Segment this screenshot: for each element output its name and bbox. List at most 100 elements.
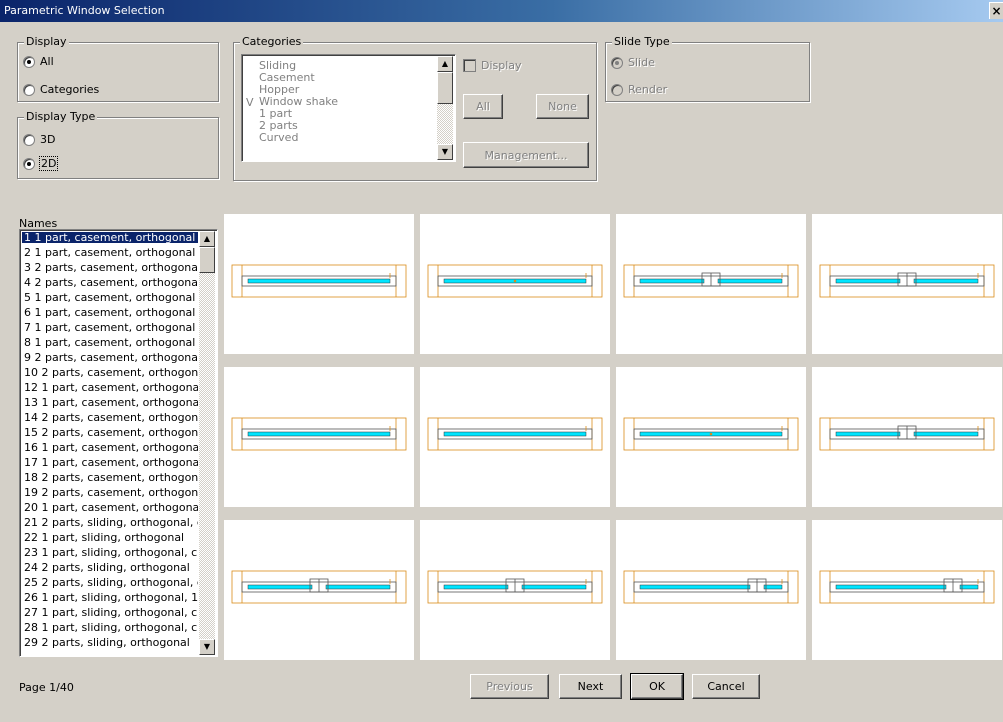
ok-button[interactable]: OK (630, 673, 684, 700)
scroll-up-button[interactable]: ▲ (199, 231, 215, 247)
names-scrollbar[interactable]: ▲ ▼ (199, 231, 215, 655)
categories-list[interactable]: Sliding Casement Hopper V Window shake 1… (241, 54, 456, 162)
radio-display-all[interactable]: All (23, 55, 54, 68)
radio-display-type-2d[interactable]: 2D (23, 156, 59, 171)
names-list-item[interactable]: 13 1 part, casement, orthogonal (22, 397, 198, 408)
window-preview-thumbnail[interactable] (812, 367, 1002, 507)
previous-button[interactable]: Previous (470, 674, 549, 699)
radio-slide-type-render[interactable]: Render (611, 83, 667, 96)
window-preview-thumbnail[interactable] (420, 367, 610, 507)
names-list-item[interactable]: 21 2 parts, sliding, orthogonal, c (22, 517, 198, 528)
window-preview-thumbnail[interactable] (420, 214, 610, 354)
category-mark: V (246, 96, 254, 109)
names-list-item[interactable]: 25 2 parts, sliding, orthogonal, c (22, 577, 198, 588)
category-label: Curved (259, 131, 299, 144)
scroll-thumb[interactable] (199, 247, 215, 273)
names-list-item[interactable]: 17 1 part, casement, orthogonal (22, 457, 198, 468)
names-list-item[interactable]: 20 1 part, casement, orthogonal (22, 502, 198, 513)
names-list-item[interactable]: 3 2 parts, casement, orthogonal (22, 262, 198, 273)
names-list-item[interactable]: 27 1 part, sliding, orthogonal, cu (22, 607, 198, 618)
close-icon: × (991, 4, 1002, 18)
window-title: Parametric Window Selection (4, 4, 165, 17)
names-list-item[interactable]: 8 1 part, casement, orthogonal (22, 337, 198, 348)
window-preview-thumbnail[interactable] (616, 520, 806, 660)
display-checkbox[interactable]: Display (463, 59, 522, 72)
names-list-item[interactable]: 10 2 parts, casement, orthogonal (22, 367, 198, 378)
names-list-item[interactable]: 18 2 parts, casement, orthogonal (22, 472, 198, 483)
slide-type-group-title: Slide Type (612, 35, 672, 49)
scroll-down-button[interactable]: ▼ (199, 639, 215, 655)
ok-button-label: OK (649, 680, 665, 693)
window-preview-thumbnail[interactable] (812, 214, 1002, 354)
radio-slide-type-slide[interactable]: Slide (611, 56, 655, 69)
window-preview-thumbnail[interactable] (224, 214, 414, 354)
radio-icon (611, 83, 623, 96)
names-list-item[interactable]: 9 2 parts, casement, orthogonal (22, 352, 198, 363)
display-checkbox-label: Display (481, 59, 522, 72)
category-label: 2 parts (259, 119, 298, 132)
names-list-item[interactable]: 2 1 part, casement, orthogonal (22, 247, 198, 258)
window-preview-thumbnail[interactable] (224, 520, 414, 660)
management-button-label: Management... (484, 148, 568, 162)
radio-label: Slide (628, 56, 655, 69)
names-list-item[interactable]: 14 2 parts, casement, orthogonal (22, 412, 198, 423)
names-list-item[interactable]: 26 1 part, sliding, orthogonal, 1 (22, 592, 198, 603)
all-button-label: All (476, 100, 490, 113)
page-label: Page 1/40 (19, 681, 74, 694)
names-list-item[interactable]: 12 1 part, casement, orthogonal (22, 382, 198, 393)
window-preview-thumbnail[interactable] (616, 214, 806, 354)
window-preview-thumbnail[interactable] (812, 520, 1002, 660)
names-list-item[interactable]: 1 1 part, casement, orthogonal (22, 232, 198, 243)
previous-button-label: Previous (486, 680, 533, 693)
title-bar: Parametric Window Selection × (0, 0, 1003, 22)
category-label: Casement (259, 71, 315, 84)
scroll-down-button[interactable]: ▼ (437, 144, 453, 160)
names-list-item[interactable]: 6 1 part, casement, orthogonal (22, 307, 198, 318)
category-label: 1 part (259, 107, 293, 120)
names-list-item[interactable]: 5 1 part, casement, orthogonal (22, 292, 198, 303)
management-button[interactable]: Management... (463, 142, 589, 168)
categories-group-title: Categories (240, 35, 304, 49)
preview-grid (224, 214, 1003, 660)
none-button[interactable]: None (536, 94, 589, 119)
scroll-thumb[interactable] (437, 72, 453, 104)
display-type-group-title: Display Type (24, 110, 98, 124)
radio-icon (611, 56, 623, 69)
names-list-item[interactable]: 24 2 parts, sliding, orthogonal (22, 562, 198, 573)
names-list-item[interactable]: 22 1 part, sliding, orthogonal (22, 532, 198, 543)
close-button[interactable]: × (989, 2, 1003, 19)
radio-icon (23, 133, 35, 146)
radio-icon (23, 55, 35, 68)
radio-label: 2D (38, 156, 59, 171)
radio-label: 3D (40, 133, 56, 146)
cancel-button-label: Cancel (707, 680, 745, 693)
names-list-item[interactable]: 19 2 parts, casement, orthogonal (22, 487, 198, 498)
categories-scrollbar[interactable]: ▲ ▼ (437, 56, 453, 160)
radio-display-type-3d[interactable]: 3D (23, 133, 55, 146)
category-label: Hopper (259, 83, 300, 96)
names-list-item[interactable]: 16 1 part, casement, orthogonal (22, 442, 198, 453)
radio-display-categories[interactable]: Categories (23, 83, 99, 96)
radio-icon (23, 83, 35, 96)
names-list-item[interactable]: 7 1 part, casement, orthogonal (22, 322, 198, 333)
window-preview-thumbnail[interactable] (224, 367, 414, 507)
cancel-button[interactable]: Cancel (692, 674, 760, 699)
radio-label: All (40, 55, 54, 68)
none-button-label: None (548, 100, 577, 113)
scroll-up-button[interactable]: ▲ (437, 56, 453, 72)
next-button[interactable]: Next (559, 674, 622, 699)
window-preview-thumbnail[interactable] (616, 367, 806, 507)
all-button[interactable]: All (463, 94, 503, 119)
checkbox-icon (463, 59, 476, 72)
radio-icon (23, 157, 35, 170)
names-list[interactable]: 1 1 part, casement, orthogonal 2 1 part, … (19, 229, 218, 657)
category-label: Window shake (259, 95, 339, 108)
names-list-item[interactable]: 4 2 parts, casement, orthogonal (22, 277, 198, 288)
names-list-item[interactable]: 28 1 part, sliding, orthogonal, cu (22, 622, 198, 633)
names-list-item[interactable]: 29 2 parts, sliding, orthogonal (22, 637, 198, 648)
names-list-item[interactable]: 15 2 parts, casement, orthogonal (22, 427, 198, 438)
names-list-item[interactable]: 23 1 part, sliding, orthogonal, cu (22, 547, 198, 558)
category-label: Sliding (259, 59, 297, 72)
radio-label: Render (628, 83, 668, 96)
window-preview-thumbnail[interactable] (420, 520, 610, 660)
